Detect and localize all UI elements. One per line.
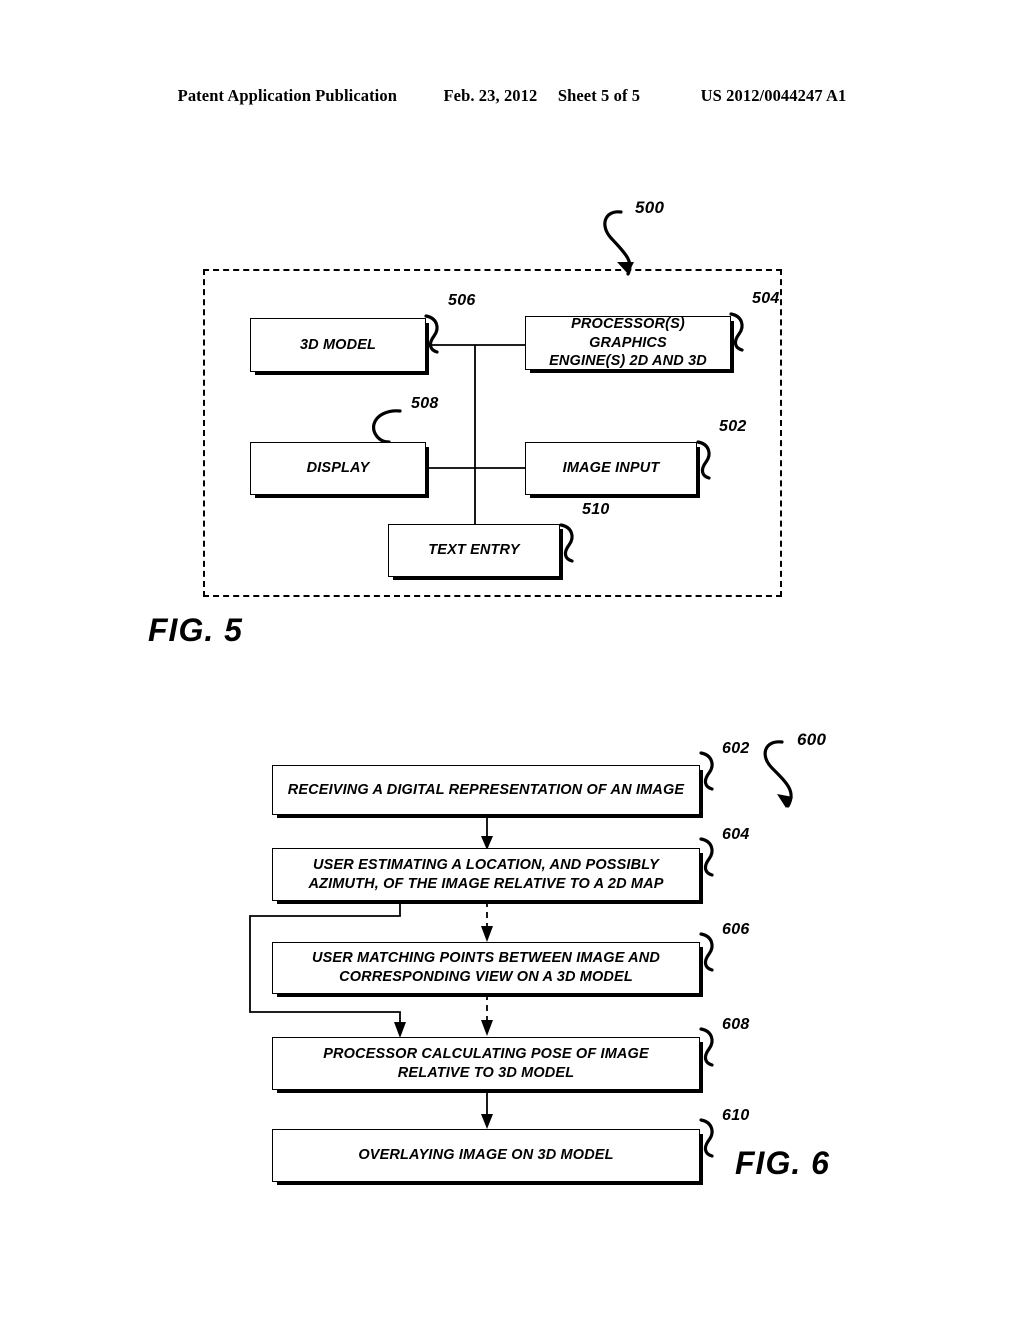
block-image-input[interactable]: IMAGE INPUT xyxy=(525,442,697,495)
block-3d-model[interactable]: 3D MODEL xyxy=(250,318,426,372)
refnum-502: 502 xyxy=(719,418,747,435)
block-processor-graphics-engine[interactable]: PROCESSOR(S) GRAPHICS ENGINE(S) 2D AND 3… xyxy=(525,316,731,370)
figure-5-caption: FIG. 5 xyxy=(148,612,243,648)
step-receiving-digital-representation[interactable]: RECEIVING A DIGITAL REPRESENTATION OF AN… xyxy=(272,765,700,815)
block-3d-model-label: 3D MODEL xyxy=(299,336,377,353)
header-document-number: US 2012/0044247 A1 xyxy=(700,86,847,105)
block-display-label: DISPLAY xyxy=(306,460,370,477)
refnum-506: 506 xyxy=(448,292,476,309)
header-publication-date: Feb. 23, 2012 xyxy=(443,86,538,105)
step-processor-calculating-pose[interactable]: PROCESSOR CALCULATING POSE OF IMAGE RELA… xyxy=(272,1037,700,1090)
refnum-504: 504 xyxy=(752,290,780,307)
refnum-510: 510 xyxy=(582,501,610,518)
refnum-608: 608 xyxy=(722,1016,750,1033)
refnum-610: 610 xyxy=(722,1107,750,1124)
leader-602 xyxy=(699,751,714,791)
figure-6-caption: FIG. 6 xyxy=(735,1145,830,1181)
block-text-entry-label: TEXT ENTRY xyxy=(428,542,520,559)
flow-604-to-606-arrowhead xyxy=(481,926,493,942)
refnum-604: 604 xyxy=(722,826,750,843)
refnum-500: 500 xyxy=(635,198,665,217)
page-header: Patent Application Publication Feb. 23, … xyxy=(0,86,1024,106)
leader-610 xyxy=(699,1118,714,1158)
refnum-600: 600 xyxy=(797,730,827,749)
leader-608 xyxy=(699,1027,714,1067)
bypass-604-to-608-arrowhead xyxy=(394,1022,406,1038)
step-user-estimating-location[interactable]: USER ESTIMATING A LOCATION, AND POSSIBLY… xyxy=(272,848,700,901)
block-display[interactable]: DISPLAY xyxy=(250,442,426,495)
step-604-label: USER ESTIMATING A LOCATION, AND POSSIBLY… xyxy=(308,856,664,892)
header-publication-title: Patent Application Publication xyxy=(177,86,397,105)
flow-606-to-608-arrowhead xyxy=(481,1020,493,1036)
step-overlaying-image[interactable]: OVERLAYING IMAGE ON 3D MODEL xyxy=(272,1129,700,1182)
step-602-label: RECEIVING A DIGITAL REPRESENTATION OF AN… xyxy=(287,781,685,798)
block-processor-graphics-engine-label: PROCESSOR(S) GRAPHICS ENGINE(S) 2D AND 3… xyxy=(549,316,707,370)
header-sheet-number: Sheet 5 of 5 xyxy=(557,86,641,105)
block-image-input-label: IMAGE INPUT xyxy=(562,460,660,477)
flow-608-to-610-arrowhead xyxy=(481,1114,493,1129)
figure-5: 3D MODEL PROCESSOR(S) GRAPHICS ENGINE(S)… xyxy=(0,170,1024,670)
refnum-508: 508 xyxy=(411,395,439,412)
step-606-label: USER MATCHING POINTS BETWEEN IMAGE AND C… xyxy=(311,950,661,985)
refnum-606: 606 xyxy=(722,921,750,938)
step-user-matching-points[interactable]: USER MATCHING POINTS BETWEEN IMAGE AND C… xyxy=(272,942,700,994)
refnum-602: 602 xyxy=(722,740,750,757)
step-608-label: PROCESSOR CALCULATING POSE OF IMAGE RELA… xyxy=(323,1045,649,1081)
figure-6: RECEIVING A DIGITAL REPRESENTATION OF AN… xyxy=(0,720,1024,1220)
step-610-label: OVERLAYING IMAGE ON 3D MODEL xyxy=(358,1147,614,1164)
leader-606 xyxy=(699,932,714,972)
leader-604 xyxy=(699,837,714,877)
block-text-entry[interactable]: TEXT ENTRY xyxy=(388,524,560,577)
